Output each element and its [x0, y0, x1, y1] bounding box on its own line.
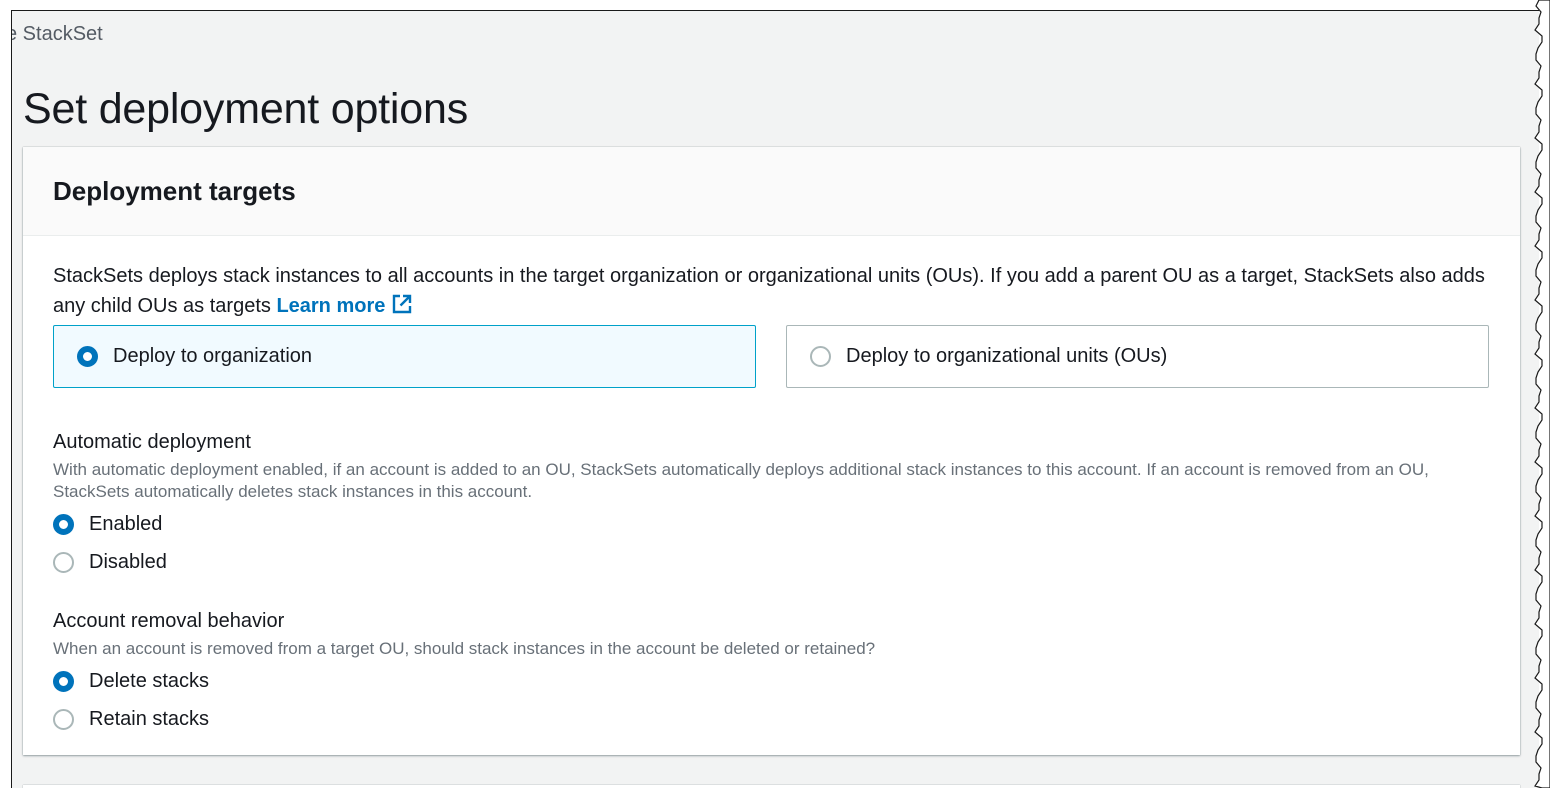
radio-label: Retain stacks [89, 708, 210, 730]
torn-edge-decoration [1534, 0, 1550, 788]
deploy-to-ous-tile[interactable]: Deploy to organizational units (OUs) [786, 325, 1489, 388]
tile-label: Deploy to organization [113, 345, 313, 367]
radio-disabled[interactable]: Disabled [53, 551, 167, 574]
page-title: Set deployment options [23, 85, 469, 133]
radio-enabled[interactable]: Enabled [53, 513, 162, 536]
radio-checked-icon[interactable] [53, 514, 74, 535]
radio-unchecked-icon[interactable] [53, 709, 74, 730]
account-removal-label: Account removal behavior [53, 610, 285, 632]
external-link-icon [393, 294, 412, 314]
deployment-targets-description: StackSets deploys stack instances to all… [53, 261, 1493, 321]
panel-header: Deployment targets [23, 147, 1520, 236]
radio-label: Disabled [89, 551, 167, 573]
radio-unchecked-icon[interactable] [53, 552, 74, 573]
panel-title: Deployment targets [53, 176, 296, 206]
radio-unchecked-icon[interactable] [810, 346, 831, 367]
account-removal-description: When an account is removed from a target… [53, 639, 876, 658]
learn-more-label: Learn more [276, 295, 386, 317]
description-text: StackSets deploys stack instances to all… [53, 265, 1485, 317]
automatic-deployment-description: With automatic deployment enabled, if an… [53, 460, 1429, 501]
radio-checked-icon[interactable] [53, 671, 74, 692]
radio-label: Delete stacks [89, 670, 210, 692]
deploy-to-organization-tile[interactable]: Deploy to organization [53, 325, 756, 388]
tile-label: Deploy to organizational units (OUs) [846, 345, 1168, 367]
console-page: e StackSet Set deployment options Deploy… [11, 10, 1539, 788]
automatic-deployment-label: Automatic deployment [53, 431, 251, 453]
radio-checked-icon[interactable] [77, 346, 98, 367]
radio-label: Enabled [89, 513, 163, 535]
radio-delete-stacks[interactable]: Delete stacks [53, 670, 209, 693]
learn-more-link[interactable]: Learn more [276, 294, 413, 317]
breadcrumb[interactable]: e StackSet [12, 23, 103, 46]
deployment-targets-panel: Deployment targets StackSets deploys sta… [23, 147, 1520, 755]
radio-retain-stacks[interactable]: Retain stacks [53, 708, 209, 731]
